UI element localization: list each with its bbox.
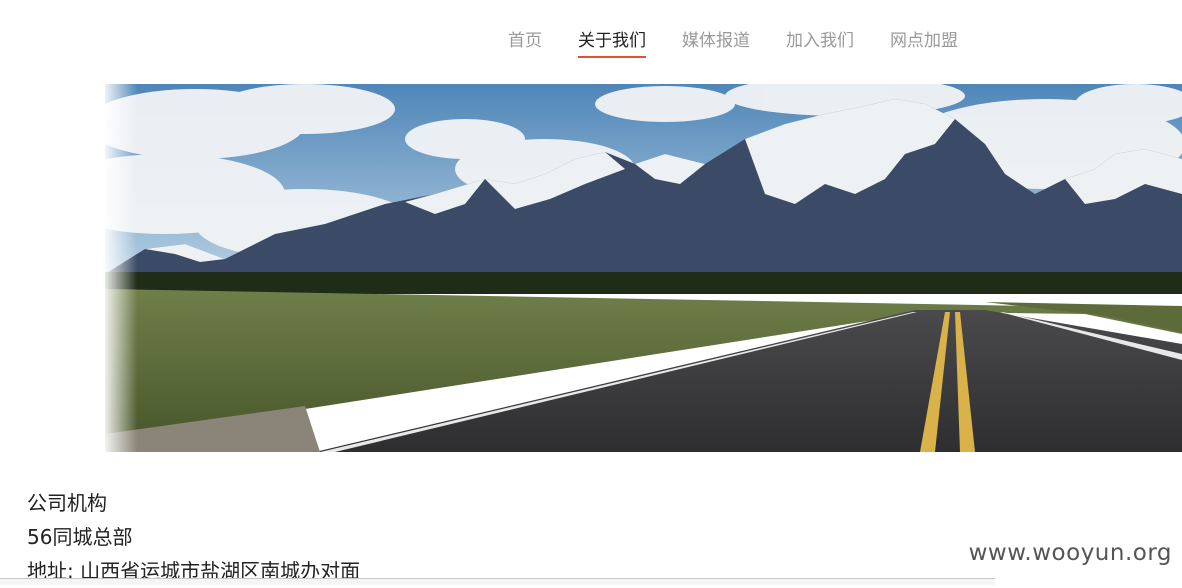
section-title: 公司机构 xyxy=(27,491,107,515)
hero-banner-image xyxy=(105,84,1182,452)
nav-item-media[interactable]: 媒体报道 xyxy=(682,22,750,58)
nav-item-join-us[interactable]: 加入我们 xyxy=(786,22,854,58)
branch-name: 56同城总部 xyxy=(27,525,133,549)
mountain-road-illustration xyxy=(105,84,1182,452)
nav-item-about-us[interactable]: 关于我们 xyxy=(578,22,646,58)
nav-item-home[interactable]: 首页 xyxy=(508,22,542,58)
nav-item-franchise[interactable]: 网点加盟 xyxy=(890,22,958,58)
horizontal-scrollbar[interactable] xyxy=(0,578,995,585)
company-info: 公司机构 56同城总部 地址: 山西省运城市盐湖区南城办对面 xyxy=(27,486,360,588)
main-nav: 首页 关于我们 媒体报道 加入我们 网点加盟 xyxy=(490,22,976,58)
watermark-text: www.wooyun.org xyxy=(968,540,1172,566)
